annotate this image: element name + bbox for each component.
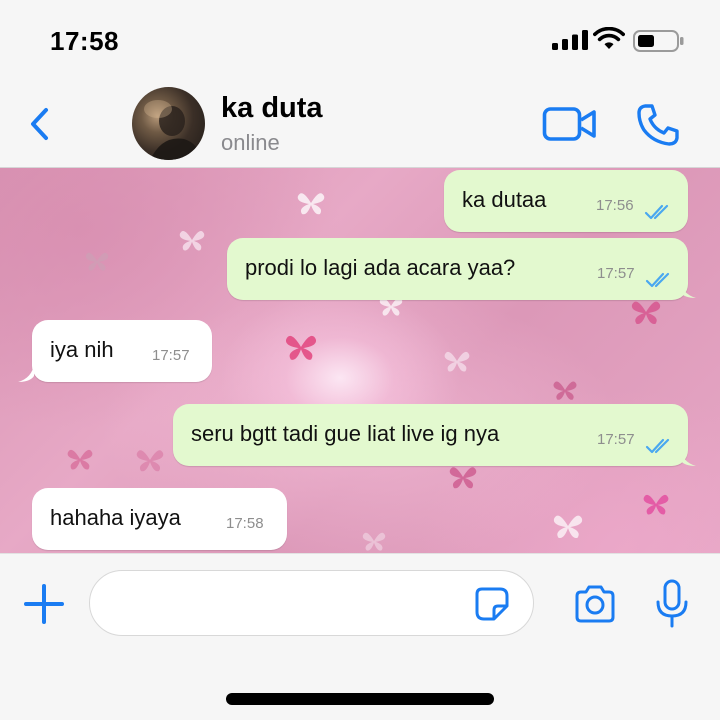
home-indicator[interactable] [226,693,494,705]
butterfly-icon [631,301,661,325]
message-bubble-outgoing[interactable]: ka dutaa 17:56 [444,170,688,232]
read-receipt-icon [645,438,670,454]
butterfly-icon [553,381,577,400]
cellular-signal-icon [552,30,588,50]
message-time: 17:57 [152,347,190,364]
battery-icon [633,30,684,52]
message-bubble-incoming[interactable]: hahaha iyaya 17:58 [32,488,287,550]
bubble-tail [680,448,696,466]
message-bubble-outgoing[interactable]: seru bgtt tadi gue liat live ig nya 17:5… [173,404,688,466]
chat-header: ka duta online [0,80,720,168]
video-call-icon[interactable] [542,104,598,144]
bubble-tail [680,280,696,298]
butterfly-icon [136,450,164,472]
message-text: ka dutaa [462,187,547,212]
message-input-bar [0,553,720,653]
message-text: prodi lo lagi ada acara yaa? [245,255,516,280]
message-input[interactable] [89,570,534,636]
camera-icon[interactable] [573,584,617,624]
message-text: hahaha iyaya [50,505,181,530]
message-time: 17:56 [596,197,634,214]
butterfly-icon [444,351,470,372]
butterfly-icon [449,467,477,489]
back-chevron-icon[interactable] [26,104,56,144]
message-time: 17:57 [597,431,635,448]
plus-icon[interactable] [22,582,66,626]
message-text: seru bgtt tadi gue liat live ig nya [191,421,500,446]
message-bubble-outgoing[interactable]: prodi lo lagi ada acara yaa? 17:57 [227,238,688,300]
butterfly-icon [179,230,205,251]
contact-avatar[interactable] [132,87,205,160]
butterfly-icon [85,252,109,271]
sticker-icon[interactable] [474,586,510,622]
message-time: 17:57 [597,265,635,282]
status-bar: 17:58 [0,0,720,80]
butterfly-icon [67,449,93,470]
read-receipt-icon [645,272,670,288]
contact-name[interactable]: ka duta [221,92,323,125]
butterfly-icon [285,335,317,360]
butterfly-icon [643,494,669,515]
avatar-photo [144,100,202,160]
read-receipt-icon [644,204,669,220]
message-text: iya nih [50,337,114,362]
butterfly-icon [362,532,386,551]
message-time: 17:58 [226,515,264,532]
butterfly-icon [553,515,583,539]
phone-icon[interactable] [635,102,681,148]
message-bubble-incoming[interactable]: iya nih 17:57 [32,320,212,382]
butterfly-icon [297,193,325,215]
bubble-tail [18,364,34,382]
status-time: 17:58 [50,26,119,56]
wifi-icon [593,27,625,49]
chat-wallpaper: ka dutaa 17:56 prodi lo lagi ada acara y… [0,168,720,553]
microphone-icon[interactable] [654,578,690,630]
contact-status: online [221,130,280,155]
